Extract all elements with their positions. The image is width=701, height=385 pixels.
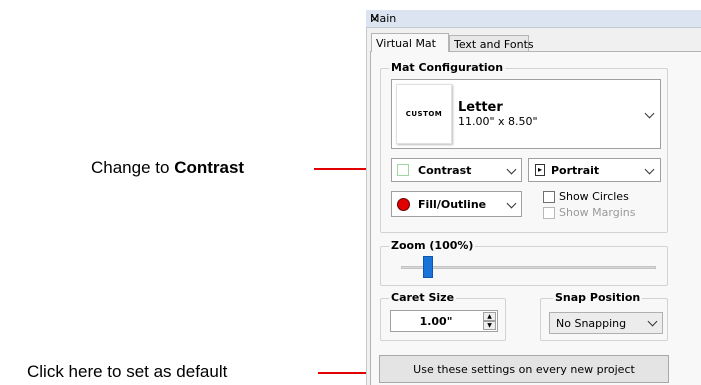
snap-position-combo[interactable]: No Snapping [549,312,663,334]
fill-outline-combo[interactable]: Fill/Outline [391,191,522,217]
arrow-line-default [318,372,368,374]
contrast-swatch-icon [397,164,409,176]
orientation-label: Portrait [551,164,600,177]
chevron-down-icon [647,316,658,327]
tab-text-and-fonts[interactable]: Text and Fonts [449,35,534,52]
caret-size-input[interactable]: 1.00" ▲ ▼ [390,310,498,332]
mat-size-name: Letter [458,100,503,115]
close-icon[interactable]: × [370,12,701,25]
mat-config-label: Mat Configuration [389,61,506,74]
orientation-combo[interactable]: ▸ Portrait [528,158,661,182]
mat-size-dims: 11.00" x 8.50" [458,115,538,128]
annotation-change-contrast: Change to Contrast [91,158,244,178]
custom-badge: CUSTOM [396,84,452,144]
caret-size-value: 1.00" [419,315,453,328]
show-circles-label: Show Circles [559,190,629,203]
fill-outline-label: Fill/Outline [418,198,487,211]
show-circles-checkbox[interactable] [543,191,555,203]
fill-dot-icon [397,198,410,211]
zoom-label: Zoom (100%) [389,239,476,252]
annotation-default-hint: Click here to set as default [27,362,228,381]
chevron-down-icon [506,164,517,175]
snap-position-value: No Snapping [556,317,627,330]
zoom-slider-track[interactable] [401,266,656,269]
custom-badge-text: CUSTOM [405,110,443,118]
panel-titlebar: Main × [366,10,701,28]
show-margins-checkbox[interactable] [543,207,555,219]
chevron-down-icon [644,108,655,119]
annotation-prefix: Change to [91,158,175,177]
chevron-down-icon [644,164,655,175]
annotation-bold: Contrast [174,158,245,177]
show-margins-label: Show Margins [559,206,636,219]
caret-spin-up-icon[interactable]: ▲ [483,312,496,321]
caret-size-label: Caret Size [389,291,457,304]
contrast-combo[interactable]: Contrast [391,158,522,182]
tab-virtual-mat[interactable]: Virtual Mat [371,33,449,52]
portrait-icon: ▸ [535,164,545,176]
mat-size-combo[interactable]: CUSTOM Letter 11.00" x 8.50" [391,79,661,149]
zoom-slider-thumb[interactable] [423,256,433,278]
use-settings-default-button[interactable]: Use these settings on every new project [379,355,669,383]
chevron-down-icon [506,198,517,209]
caret-spin-down-icon[interactable]: ▼ [483,321,496,330]
contrast-label: Contrast [418,164,472,177]
snap-position-label: Snap Position [553,291,643,304]
